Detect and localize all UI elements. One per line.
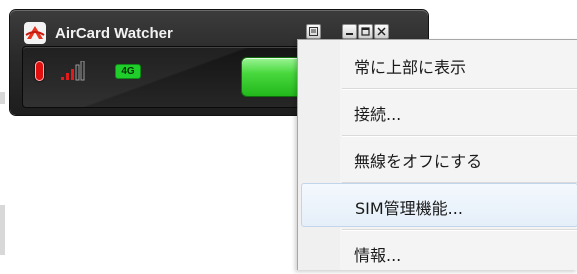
menu-item-connect[interactable]: 接続...	[298, 89, 577, 133]
signal-strength-icon	[61, 60, 89, 85]
app-logo-icon	[24, 22, 46, 44]
menu-item-label: 情報...	[354, 246, 402, 265]
menu-item-label: 無線をオフにする	[354, 152, 483, 171]
menu-item-label: 常に上部に表示	[354, 58, 467, 77]
menu-item-about[interactable]: 情報...	[298, 230, 577, 274]
menu-item-sim-management[interactable]: SIM管理機能...	[301, 183, 577, 227]
background-edge	[0, 205, 5, 255]
close-button[interactable]	[374, 24, 389, 39]
maximize-button[interactable]	[358, 24, 373, 39]
menu-item-label: SIM管理機能...	[355, 199, 463, 218]
menu-item-radio-off[interactable]: 無線をオフにする	[298, 136, 577, 180]
window-title: AirCard Watcher	[55, 25, 173, 42]
network-type-badge: 4G	[115, 64, 141, 79]
background-edge	[0, 92, 5, 104]
close-icon	[377, 27, 386, 36]
minimize-icon	[345, 27, 354, 36]
menu-item-always-on-top[interactable]: 常に上部に表示	[298, 42, 577, 86]
minimize-button[interactable]	[342, 24, 357, 39]
menu-item-label: 接続...	[354, 105, 402, 124]
options-icon	[309, 27, 318, 36]
options-button[interactable]	[306, 24, 321, 39]
battery-icon	[35, 61, 44, 81]
maximize-icon	[361, 27, 370, 36]
context-menu: 常に上部に表示 接続... 無線をオフにする SIM管理機能... 情報...	[297, 39, 577, 270]
